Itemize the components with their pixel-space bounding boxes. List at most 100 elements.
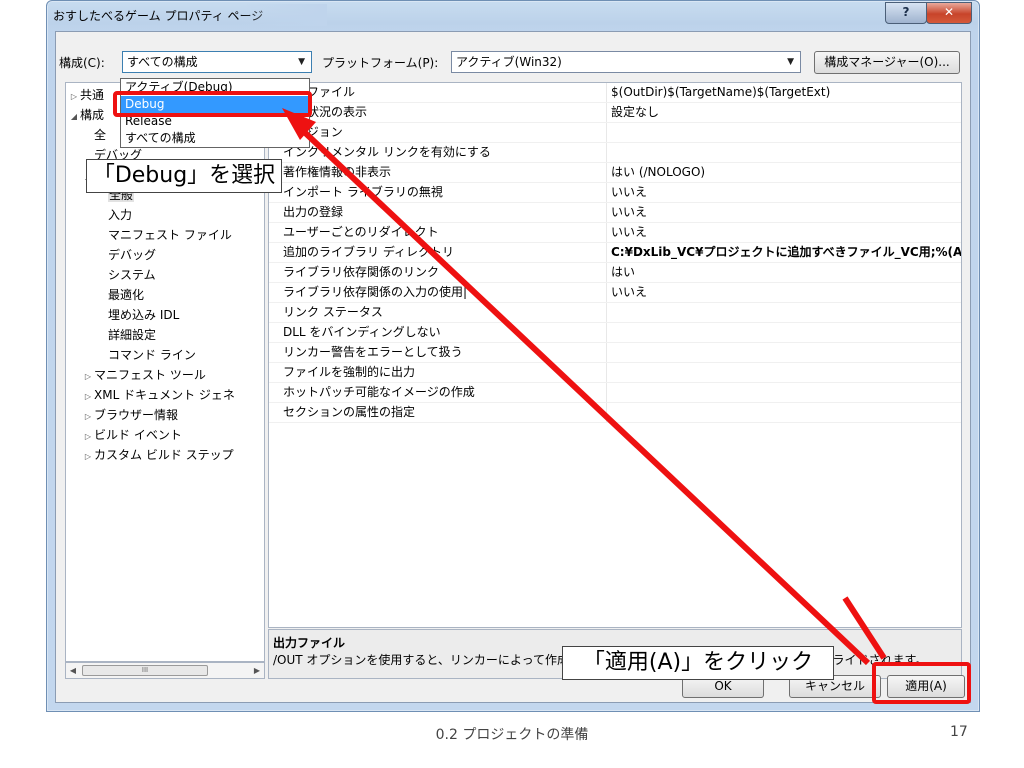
property-name: 著作権情報の非表示 [269,163,607,182]
platform-combo[interactable]: アクティブ(Win32) ▼ [451,51,801,73]
page-number: 17 [950,724,968,740]
tree-item[interactable]: 入力 [96,205,132,225]
tree-item[interactable]: ▷ マニフェスト ツール [82,365,206,385]
property-value[interactable] [611,383,961,402]
tree-item[interactable]: 最適化 [96,285,144,305]
expand-toggle-icon[interactable]: ▷ [68,87,80,107]
apply-callout: 「適用(A)」をクリック [562,646,834,680]
tree-item-label: 構成 [80,108,105,122]
scroll-right-icon[interactable]: ▶ [250,663,264,678]
config-manager-button[interactable]: 構成マネージャー(O)... [814,51,960,74]
tree-item-label: システム [108,268,156,282]
property-row[interactable]: DLL をバインディングしない [269,323,961,343]
close-button[interactable]: ✕ [926,2,972,24]
property-value[interactable]: はい [611,263,961,282]
tree-item[interactable]: ▷ カスタム ビルド ステップ [82,445,234,465]
property-value[interactable] [611,403,961,422]
property-row[interactable]: ホットパッチ可能なイメージの作成 [269,383,961,403]
property-row[interactable]: リンカー警告をエラーとして扱う [269,343,961,363]
dropdown-option[interactable]: すべての構成 [121,130,309,147]
expand-toggle-icon[interactable]: ▷ [82,367,94,387]
property-row[interactable]: ユーザーごとのリダイレクト いいえ [269,223,961,243]
property-row[interactable]: 著作権情報の非表示 はい (/NOLOGO) [269,163,961,183]
property-name: ライブラリ依存関係の入力の使用| [269,283,607,302]
tree-item[interactable]: ◢ 構成 [68,105,104,125]
expand-toggle-icon[interactable]: ▷ [82,447,94,467]
tree-item-label: デバッグ [108,248,157,262]
property-row[interactable]: インクリメンタル リンクを有効にする [269,143,961,163]
tree-item-label: 最適化 [108,288,145,302]
property-value[interactable] [611,343,961,362]
expand-toggle-icon[interactable]: ▷ [82,387,94,407]
property-row[interactable]: ライブラリ依存関係の入力の使用| いいえ [269,283,961,303]
property-value[interactable]: いいえ [611,203,961,222]
property-value[interactable] [611,303,961,322]
property-name: リンク ステータス [269,303,607,322]
title-fade [237,4,327,26]
property-value[interactable] [611,143,961,162]
property-row[interactable]: 出力の登録 いいえ [269,203,961,223]
config-combo-value: すべての構成 [127,55,198,69]
property-name: ライブラリ依存関係のリンク [269,263,607,282]
property-value[interactable]: $(OutDir)$(TargetName)$(TargetExt) [611,83,961,102]
property-name: リンカー警告をエラーとして扱う [269,343,607,362]
scroll-left-icon[interactable]: ◀ [66,663,80,678]
apply-highlight-box [872,662,971,704]
property-name: ファイルを強制的に出力 [269,363,607,382]
property-value[interactable] [611,123,961,142]
scrollbar-thumb[interactable]: III [82,665,208,676]
tree-item[interactable]: ▷ ブラウザー情報 [82,405,178,425]
config-combo[interactable]: すべての構成 ▼ [122,51,312,73]
expand-toggle-icon[interactable]: ▷ [82,427,94,447]
tree-item-label: ビルド イベント [94,428,182,442]
property-row[interactable]: 追加のライブラリ ディレクトリ C:¥DxLib_VC¥プロジェクトに追加すべきフ… [269,243,961,263]
tree-item-label: 埋め込み IDL [108,308,180,322]
property-value[interactable]: いいえ [611,223,961,242]
property-row[interactable]: ファイルを強制的に出力 [269,363,961,383]
property-value[interactable]: はい (/NOLOGO) [611,163,961,182]
property-row[interactable]: バージョン [269,123,961,143]
property-row[interactable]: 進行状況の表示 設定なし [269,103,961,123]
tree-item[interactable]: デバッグ [96,245,156,265]
tree-horizontal-scrollbar[interactable]: ◀ III ▶ [65,662,265,679]
tree-item-label: 詳細設定 [108,328,157,342]
tree-item[interactable]: マニフェスト ファイル [96,225,232,245]
property-value[interactable]: いいえ [611,283,961,302]
property-name: 追加のライブラリ ディレクトリ [269,243,607,262]
expand-toggle-icon[interactable]: ◢ [68,107,80,127]
property-value[interactable]: 設定なし [611,103,961,122]
platform-combo-value: アクティブ(Win32) [456,55,562,69]
property-value[interactable]: いいえ [611,183,961,202]
tree-item-label: 共通 [80,88,105,102]
help-button[interactable]: ? [885,2,927,24]
footer-caption: 0.2 プロジェクトの準備 [435,727,589,743]
tree-item-label: XML ドキュメント ジェネ [94,388,235,402]
tree-item[interactable]: 埋め込み IDL [96,305,179,325]
property-value[interactable] [611,363,961,382]
chevron-down-icon: ▼ [298,57,305,67]
tree-item[interactable]: 全 [82,125,106,145]
property-name: DLL をバインディングしない [269,323,607,342]
property-row[interactable]: 出力ファイル $(OutDir)$(TargetName)$(TargetExt) [269,83,961,103]
property-row[interactable]: ライブラリ依存関係のリンク はい [269,263,961,283]
tree-item-label: マニフェスト ファイル [108,228,232,242]
property-grid[interactable]: 出力ファイル $(OutDir)$(TargetName)$(TargetExt)… [268,82,962,628]
tree-item-label: マニフェスト ツール [94,368,206,382]
platform-label: プラットフォーム(P): [322,56,439,70]
tree-item[interactable]: 詳細設定 [96,325,156,345]
property-row[interactable]: リンク ステータス [269,303,961,323]
property-row[interactable]: セクションの属性の指定 [269,403,961,423]
property-value[interactable] [611,323,961,342]
tree-item[interactable]: ▷ ビルド イベント [82,425,182,445]
chevron-down-icon: ▼ [787,57,794,67]
property-name: セクションの属性の指定 [269,403,607,422]
title-bar[interactable]: おすしたべるゲーム プロパティ ページ ? ✕ [47,1,979,31]
tree-item[interactable]: ▷ XML ドキュメント ジェネ [82,385,235,405]
property-name: ユーザーごとのリダイレクト [269,223,607,242]
tree-item[interactable]: ▷ 共通 [68,85,104,105]
property-row[interactable]: インポート ライブラリの無視 いいえ [269,183,961,203]
tree-item[interactable]: システム [96,265,156,285]
tree-item[interactable]: コマンド ライン [96,345,196,365]
property-value[interactable]: C:¥DxLib_VC¥プロジェクトに追加すべきファイル_VC用;%(Ad [611,243,961,262]
expand-toggle-icon[interactable]: ▷ [82,407,94,427]
